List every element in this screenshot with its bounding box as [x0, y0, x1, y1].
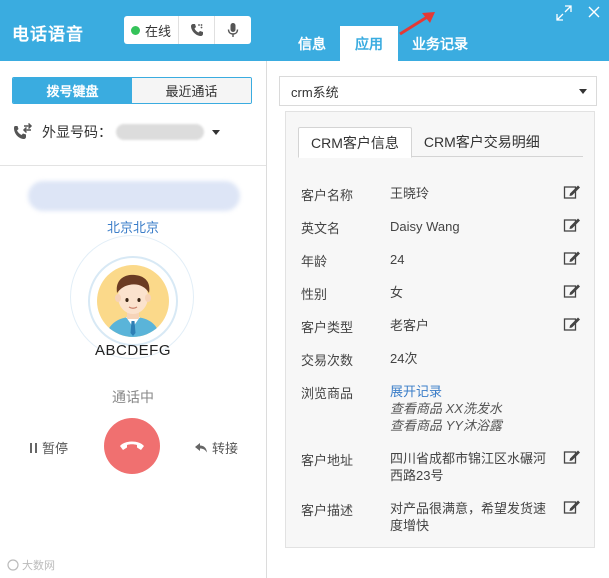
phone-number-redacted	[28, 181, 240, 211]
phone-icon	[190, 24, 203, 36]
browsed-item: 查看商品 XX洗发水	[390, 401, 502, 416]
microphone-button[interactable]	[215, 16, 251, 44]
edit-icon[interactable]	[563, 449, 581, 465]
crm-tab-bar: CRM客户信息 CRM客户交易明细	[298, 127, 583, 158]
field-label: 客户名称	[301, 188, 354, 203]
field-value-line: 度增快	[390, 518, 430, 533]
hangup-icon	[120, 441, 144, 450]
browsed-item: 查看商品 YY沐浴露	[390, 418, 502, 433]
field-label: 浏览商品	[301, 386, 354, 401]
call-status: 通话中	[112, 389, 154, 405]
transfer-icon	[195, 442, 207, 452]
pause-label: 暂停	[42, 441, 69, 456]
transfer-label: 转接	[212, 441, 239, 456]
caller-id-number-redacted	[116, 124, 204, 140]
tab-crm-transaction-details[interactable]: CRM客户交易明细	[412, 127, 552, 157]
watermark-icon	[7, 559, 19, 571]
pause-icon	[30, 442, 37, 453]
field-label: 客户描述	[301, 503, 354, 518]
field-value-line: 对产品很满意，希望发货速	[390, 501, 547, 516]
softphone-header: 电话语音 在线	[0, 0, 267, 61]
online-status-button[interactable]: 在线	[124, 16, 179, 44]
caller-location: 北京北京	[106, 220, 159, 235]
field-label: 年龄	[301, 254, 328, 269]
system-select-value: crm系统	[291, 84, 339, 100]
online-dot-icon	[130, 25, 140, 35]
status-toolbar: 在线	[124, 16, 251, 44]
edit-icon[interactable]	[563, 217, 581, 233]
transfer-button[interactable]: 转接	[194, 438, 238, 457]
edit-icon[interactable]	[563, 316, 581, 332]
field-value: 对产品很满意，希望发货速 度增快	[390, 500, 546, 534]
annotation-arrow-icon	[399, 12, 435, 36]
microphone-icon	[227, 23, 239, 37]
field-value-line: 四川省成都市锦江区水碾河	[390, 451, 547, 466]
field-value: 王晓玲	[390, 186, 430, 201]
caller-id-select[interactable]: 外显号码：	[12, 122, 220, 142]
crm-panel: CRM客户信息 CRM客户交易明细 客户名称 王晓玲 英文名 Daisy Wan…	[285, 111, 595, 548]
softphone-panel: 电话语音 在线 拨号键盘 最近通话 外显号码： 北京北京 ABCDEFG 通话中…	[0, 0, 267, 578]
system-select[interactable]: crm系统	[279, 76, 597, 106]
caller-id-label: 外显号码：	[42, 124, 112, 140]
field-value: 24次	[390, 351, 418, 366]
field-value: 24	[390, 252, 405, 267]
chevron-down-icon	[579, 89, 587, 94]
divider	[0, 165, 266, 166]
edit-icon[interactable]	[563, 283, 581, 299]
field-label: 性别	[301, 287, 328, 302]
edit-icon[interactable]	[563, 250, 581, 266]
field-label: 交易次数	[301, 353, 354, 368]
pause-button[interactable]: 暂停	[30, 438, 68, 457]
tab-crm-customer-info[interactable]: CRM客户信息	[298, 127, 412, 158]
expand-records-link[interactable]: 展开记录	[390, 383, 502, 400]
watermark-logo: 大数网	[6, 557, 55, 573]
field-value: Daisy Wang	[390, 219, 460, 234]
field-value: 四川省成都市锦江区水碾河 西路23号	[390, 450, 546, 484]
field-label: 英文名	[301, 221, 341, 236]
tab-recent-calls[interactable]: 最近通话	[132, 78, 251, 103]
edit-icon[interactable]	[563, 184, 581, 200]
field-value-line: 西路23号	[390, 468, 444, 483]
caret-down-icon	[212, 129, 220, 135]
hangup-button[interactable]	[104, 418, 160, 474]
tab-info[interactable]: 信息	[286, 26, 338, 61]
tab-dialpad[interactable]: 拨号键盘	[13, 78, 132, 103]
field-label: 客户地址	[301, 453, 354, 468]
field-value: 展开记录 查看商品 XX洗发水 查看商品 YY沐浴露	[390, 383, 502, 434]
field-value: 女	[390, 285, 404, 300]
edit-icon[interactable]	[563, 499, 581, 515]
app-title: 电话语音	[12, 25, 84, 44]
caller-name: ABCDEFG	[94, 342, 171, 359]
expand-icon[interactable]	[555, 4, 573, 22]
field-value: 老客户	[390, 318, 430, 333]
left-tab-bar: 拨号键盘 最近通话	[12, 77, 252, 104]
online-status-label: 在线	[144, 23, 171, 39]
call-forward-icon	[14, 122, 33, 139]
field-label: 客户类型	[301, 320, 354, 335]
phone-settings-button[interactable]	[179, 16, 215, 44]
avatar	[97, 265, 169, 337]
tab-apps[interactable]: 应用	[340, 26, 398, 61]
close-icon[interactable]	[586, 4, 602, 20]
watermark-text: 大数网	[22, 560, 55, 572]
